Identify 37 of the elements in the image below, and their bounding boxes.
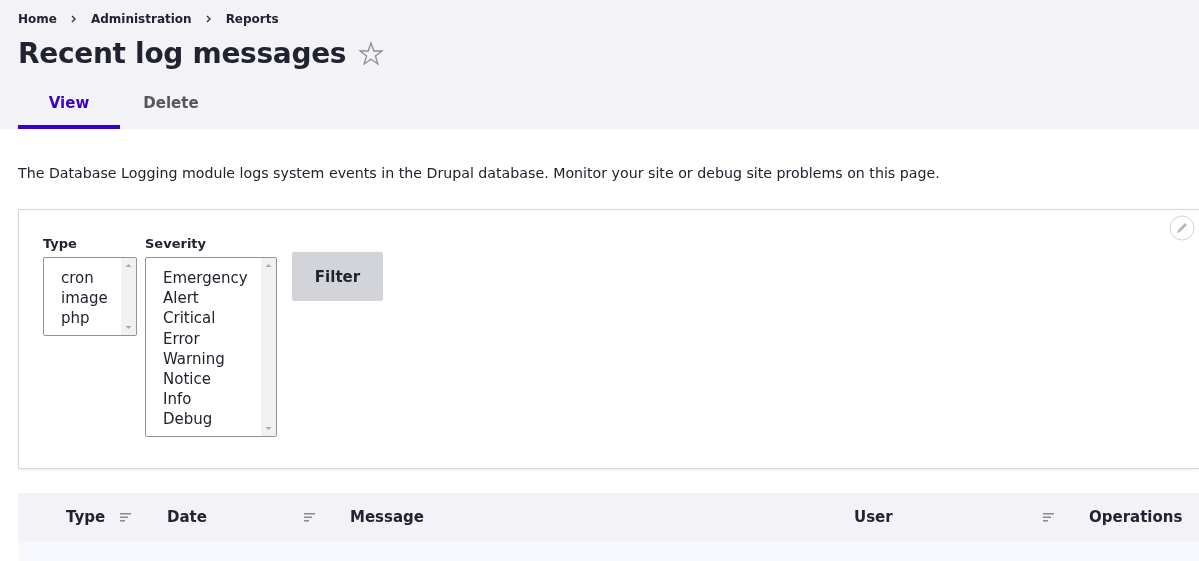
tab[interactable]: View <box>18 93 120 129</box>
select-list[interactable]: cron image php <box>43 257 137 336</box>
column-header[interactable]: Message <box>350 508 424 526</box>
sort-icon[interactable] <box>1043 512 1055 522</box>
star-icon[interactable] <box>358 41 385 67</box>
list-option[interactable]: cron <box>61 268 121 289</box>
description-text: The Database Logging module logs system events in the Drupal database. Monitor your site or debug site problems on this page. <box>18 164 941 183</box>
list-option[interactable]: Debug <box>163 409 261 430</box>
list-option[interactable]: Alert <box>163 288 261 309</box>
chevron-icon <box>204 14 213 24</box>
breadcrumb-link[interactable]: Home <box>18 12 57 26</box>
breadcrumb-link[interactable]: Reports <box>225 12 279 26</box>
sort-icon[interactable] <box>120 512 132 522</box>
sort-icon[interactable] <box>304 512 316 522</box>
edit-icon[interactable] <box>1169 215 1195 241</box>
list-option[interactable]: Emergency <box>163 268 261 289</box>
list-option[interactable]: php <box>61 308 121 329</box>
list-option[interactable]: Warning <box>163 348 261 369</box>
list-option[interactable]: Info <box>163 389 261 410</box>
column-header[interactable]: Operations <box>1089 508 1183 526</box>
field-label: Severity <box>145 235 208 252</box>
list-option[interactable]: image <box>61 288 121 309</box>
column-header[interactable]: User <box>854 508 893 526</box>
field-label: Type <box>43 235 78 252</box>
column-header[interactable]: Date <box>167 508 207 526</box>
list-option[interactable]: Error <box>163 328 261 349</box>
breadcrumb-link[interactable]: Administration <box>90 12 192 26</box>
page-title: Recent log messages <box>18 36 347 72</box>
tab[interactable]: Delete <box>120 93 222 129</box>
scrollbar[interactable] <box>121 258 136 335</box>
filter-button[interactable]: Filter <box>292 252 383 301</box>
scrollbar[interactable] <box>261 258 276 436</box>
list-option[interactable]: Critical <box>163 308 261 329</box>
column-header[interactable]: Type <box>66 508 106 526</box>
select-list[interactable]: Emergency Alert Critical Error Warning Notice Info Debug <box>145 257 277 437</box>
list-option[interactable]: Notice <box>163 369 261 390</box>
chevron-icon <box>69 14 78 24</box>
